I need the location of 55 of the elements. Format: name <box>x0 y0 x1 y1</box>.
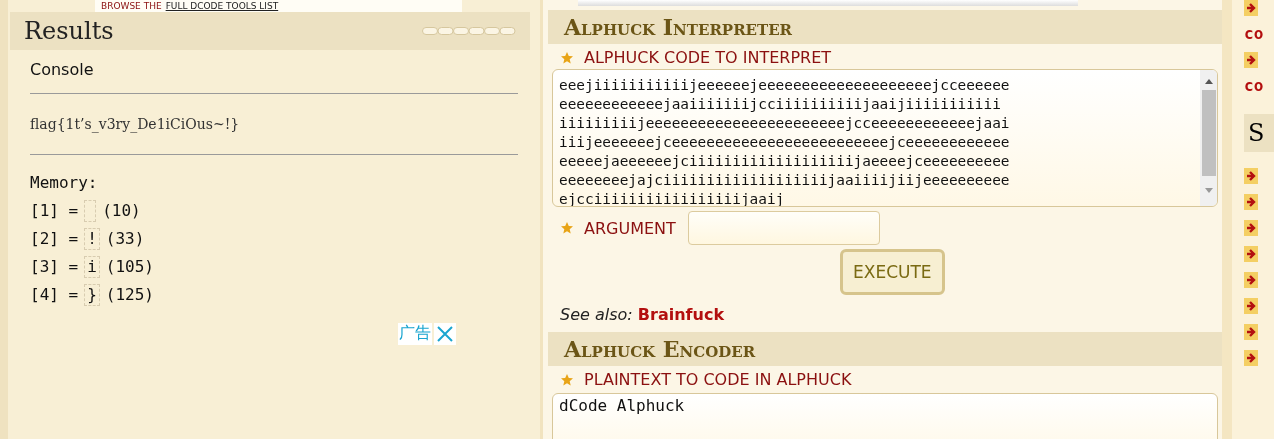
memory-code: (33) <box>105 228 145 250</box>
results-title: Results <box>24 17 114 45</box>
link-text[interactable]: co <box>1244 78 1274 94</box>
field-label: ARGUMENT <box>584 218 676 238</box>
code-line: eeeeeeeeeeeejaaiiiiiiijcciiiiiiiiiijaaijiiiiiiiiiii <box>559 95 1002 114</box>
star-icon <box>560 50 574 65</box>
arrow-icon <box>1244 246 1258 262</box>
arrow-icon <box>1244 52 1258 68</box>
arrow-icon <box>1244 220 1258 236</box>
code-line: eeeeejaeeeeeejciiiiiiiiiiiiiiiiiiijaeeeejceeeeeeeeee <box>559 152 1011 171</box>
plaintext-field[interactable]: dCode Alphuck <box>552 393 1218 439</box>
close-icon[interactable] <box>434 323 456 345</box>
pills-icon <box>422 27 516 35</box>
console-label: Console <box>30 60 95 79</box>
arrow-icon <box>1244 168 1258 184</box>
ad-label: 广告 <box>398 323 432 345</box>
code-line: eeejiiiiiiiiiiijeeeeeejeeeeeeeeeeeeeeeeeeeejcceeeeee <box>559 76 1011 95</box>
execute-button[interactable]: EXECUTE <box>840 249 945 295</box>
link-text[interactable]: co <box>1244 26 1274 42</box>
memory-label: Memory: <box>30 172 99 194</box>
link-prefix: BROWSE THE <box>101 1 162 11</box>
field-label: ALPHUCK CODE TO INTERPRET <box>584 48 832 67</box>
section-title: Alphuck Interpreter <box>564 14 793 40</box>
memory-code: (125) <box>105 284 154 306</box>
code-line: iiiiiiiiijeeeeeeeeeeeeeeeeeeeeeeejcceeeeeeeeeeeejaai <box>559 114 1011 133</box>
argument-field[interactable] <box>687 211 880 245</box>
field-label: PLAINTEXT TO CODE IN ALPHUCK <box>584 370 852 389</box>
arrow-icon <box>1244 194 1258 210</box>
arrow-icon <box>1244 0 1258 16</box>
code-line: iiijeeeeeeejceeeeeeeeeeeeeeeeeeeeeeeeejceeeeeeeeeeee <box>559 133 1011 152</box>
star-icon <box>560 372 574 387</box>
star-icon <box>560 221 574 235</box>
memory-char: ! <box>84 228 100 250</box>
empty-char-box <box>84 200 97 222</box>
arrow-icon <box>1244 272 1258 288</box>
arrow-icon <box>1244 324 1258 340</box>
memory-index: [2] = <box>30 228 79 250</box>
section-title: Alphuck Encoder <box>564 336 756 362</box>
arrow-icon <box>1244 350 1258 366</box>
scrollbar[interactable] <box>1200 70 1217 206</box>
arrow-icon <box>1244 298 1258 314</box>
code-input-field[interactable] <box>552 69 1218 207</box>
console-output: flag{1t’s_v3ry_De1iCiOus~!} <box>30 116 241 132</box>
code-line: eeeeeeeejajciiiiiiiiiiiiiiiiiiijaaiiiijiijeeeeeeeeee <box>559 171 1011 190</box>
sidebar-heading: S <box>1244 114 1274 152</box>
memory-index: [4] = <box>30 284 79 306</box>
memory-char: } <box>84 284 100 306</box>
see-also-text: See also: Brainfuck <box>560 305 726 324</box>
memory-code: (105) <box>105 256 154 278</box>
brainfuck-link[interactable]: Brainfuck <box>637 305 725 324</box>
memory-char: i <box>84 256 100 278</box>
memory-code: (10) <box>102 200 141 222</box>
memory-index: [1] = <box>30 200 79 222</box>
tools-list-link[interactable]: FULL DCODE TOOLS LIST <box>165 1 279 11</box>
memory-index: [3] = <box>30 256 79 278</box>
